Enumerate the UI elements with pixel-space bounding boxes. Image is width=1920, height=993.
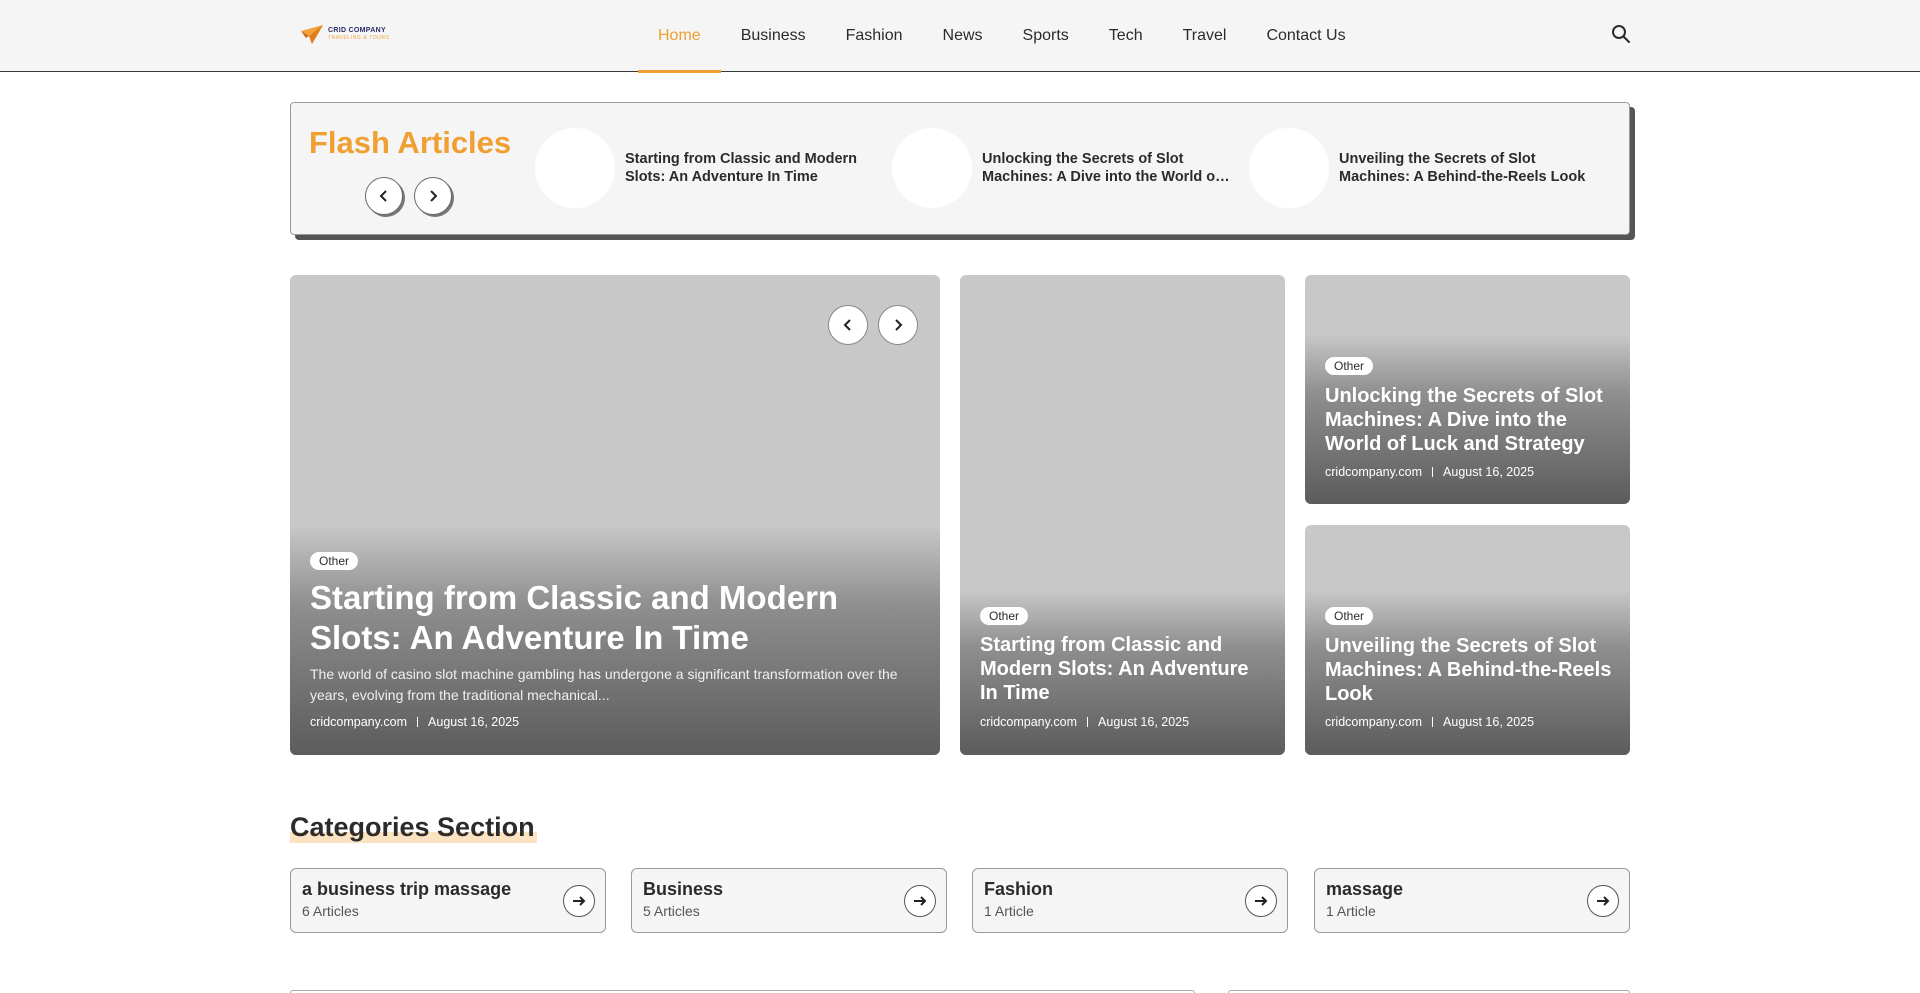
flash-item[interactable]: Unveiling the Secrets of Slot Machines: …	[1249, 127, 1589, 209]
category-card[interactable]: Business 5 Articles	[631, 868, 947, 933]
category-card[interactable]: Fashion 1 Article	[972, 868, 1288, 933]
chevron-left-icon	[379, 190, 387, 202]
search-button[interactable]	[1610, 23, 1632, 45]
hero-next-button[interactable]	[878, 305, 918, 345]
nav-item-business[interactable]: Business	[721, 0, 826, 72]
category-count: 1 Article	[1326, 903, 1376, 919]
card-meta: cridcompany.com August 16, 2025	[310, 715, 519, 729]
flash-item-title: Unveiling the Secrets of Slot Machines: …	[1339, 151, 1586, 185]
category-count: 1 Article	[984, 903, 1034, 919]
hero-prev-button[interactable]	[828, 305, 868, 345]
meta-divider	[1432, 467, 1434, 477]
hero-main-title[interactable]: Starting from Classic and Modern Slots: …	[310, 578, 910, 658]
hero-main-card[interactable]: Other Starting from Classic and Modern S…	[290, 275, 940, 755]
flash-thumbnail	[1249, 128, 1329, 208]
chevron-right-icon	[895, 319, 903, 331]
side-card-title[interactable]: Unlocking the Secrets of Slot Machines: …	[1325, 384, 1615, 456]
flash-item[interactable]: Starting from Classic and Modern Slots: …	[535, 127, 875, 209]
category-count: 5 Articles	[643, 903, 700, 919]
category-name: Fashion	[984, 879, 1054, 899]
card-date: August 16, 2025	[1443, 715, 1535, 729]
chevron-left-icon	[843, 319, 851, 331]
meta-divider	[417, 717, 419, 727]
flash-item-title: Unlocking the Secrets of Slot Machines: …	[982, 151, 1220, 185]
nav-item-contact-us[interactable]: Contact Us	[1246, 0, 1365, 72]
flash-articles: Flash Articles Starting from Classic and…	[290, 102, 1630, 235]
category-name: massage	[1326, 879, 1404, 899]
nav-item-fashion[interactable]: Fashion	[826, 0, 923, 72]
side-card-title[interactable]: Starting from Classic and Modern Slots: …	[980, 633, 1270, 705]
flash-thumbnail	[892, 128, 972, 208]
card-date: August 16, 2025	[428, 715, 520, 729]
logo-tagline: TRAVELING & TOURS	[328, 35, 390, 41]
hero-side-card[interactable]: Other Starting from Classic and Modern S…	[960, 275, 1285, 755]
category-badge[interactable]: Other	[980, 607, 1029, 625]
meta-divider	[1087, 717, 1089, 727]
meta-divider	[1432, 717, 1434, 727]
category-badge[interactable]: Other	[1325, 357, 1374, 375]
nav-item-home[interactable]: Home	[638, 0, 721, 73]
arrow-right-icon[interactable]	[904, 885, 936, 917]
category-badge[interactable]: Other	[310, 552, 359, 570]
flash-thumbnail	[535, 128, 615, 208]
category-name: Business	[643, 879, 724, 899]
chevron-right-icon	[430, 190, 438, 202]
card-meta: cridcompany.com August 16, 2025	[980, 715, 1189, 729]
card-source: cridcompany.com	[980, 715, 1078, 729]
logo-name: CRID COMPANY	[328, 27, 386, 34]
flash-item-title: Starting from Classic and Modern Slots: …	[625, 151, 858, 185]
flash-next-button[interactable]	[414, 177, 452, 215]
card-date: August 16, 2025	[1443, 465, 1535, 479]
card-source: cridcompany.com	[1325, 465, 1423, 479]
arrow-right-icon[interactable]	[1245, 885, 1277, 917]
hero-main-excerpt: The world of casino slot machine gamblin…	[310, 666, 898, 703]
categories-heading: Categories Section	[290, 812, 535, 842]
nav-item-tech[interactable]: Tech	[1089, 0, 1163, 72]
site-header: CRID COMPANY TRAVELING & TOURS Home Busi…	[0, 0, 1920, 73]
nav-item-news[interactable]: News	[923, 0, 1003, 72]
hero-side-card[interactable]: Other Unlocking the Secrets of Slot Mach…	[1305, 275, 1630, 504]
nav-item-sports[interactable]: Sports	[1003, 0, 1089, 72]
category-card[interactable]: a business trip massage 6 Articles	[290, 868, 606, 933]
flash-prev-button[interactable]	[365, 177, 403, 215]
paper-plane-icon	[301, 25, 323, 44]
flash-title: Flash Articles	[309, 125, 512, 160]
card-source: cridcompany.com	[1325, 715, 1423, 729]
card-date: August 16, 2025	[1098, 715, 1190, 729]
card-meta: cridcompany.com August 16, 2025	[1325, 465, 1534, 479]
search-icon	[1612, 25, 1630, 43]
nav-item-travel[interactable]: Travel	[1163, 0, 1247, 72]
main-nav: Home Business Fashion News Sports Tech T…	[638, 0, 1366, 73]
category-name: a business trip massage	[302, 879, 512, 899]
arrow-right-icon[interactable]	[563, 885, 595, 917]
flash-item[interactable]: Unlocking the Secrets of Slot Machines: …	[892, 127, 1232, 209]
site-logo[interactable]: CRID COMPANY TRAVELING & TOURS	[300, 22, 390, 46]
category-card[interactable]: massage 1 Article	[1314, 868, 1630, 933]
side-card-title[interactable]: Unveiling the Secrets of Slot Machines: …	[1325, 634, 1615, 706]
arrow-right-icon[interactable]	[1587, 885, 1619, 917]
hero-side-card[interactable]: Other Unveiling the Secrets of Slot Mach…	[1305, 525, 1630, 755]
category-badge[interactable]: Other	[1325, 607, 1374, 625]
card-meta: cridcompany.com August 16, 2025	[1325, 715, 1534, 729]
category-count: 6 Articles	[302, 903, 359, 919]
card-source: cridcompany.com	[310, 715, 408, 729]
